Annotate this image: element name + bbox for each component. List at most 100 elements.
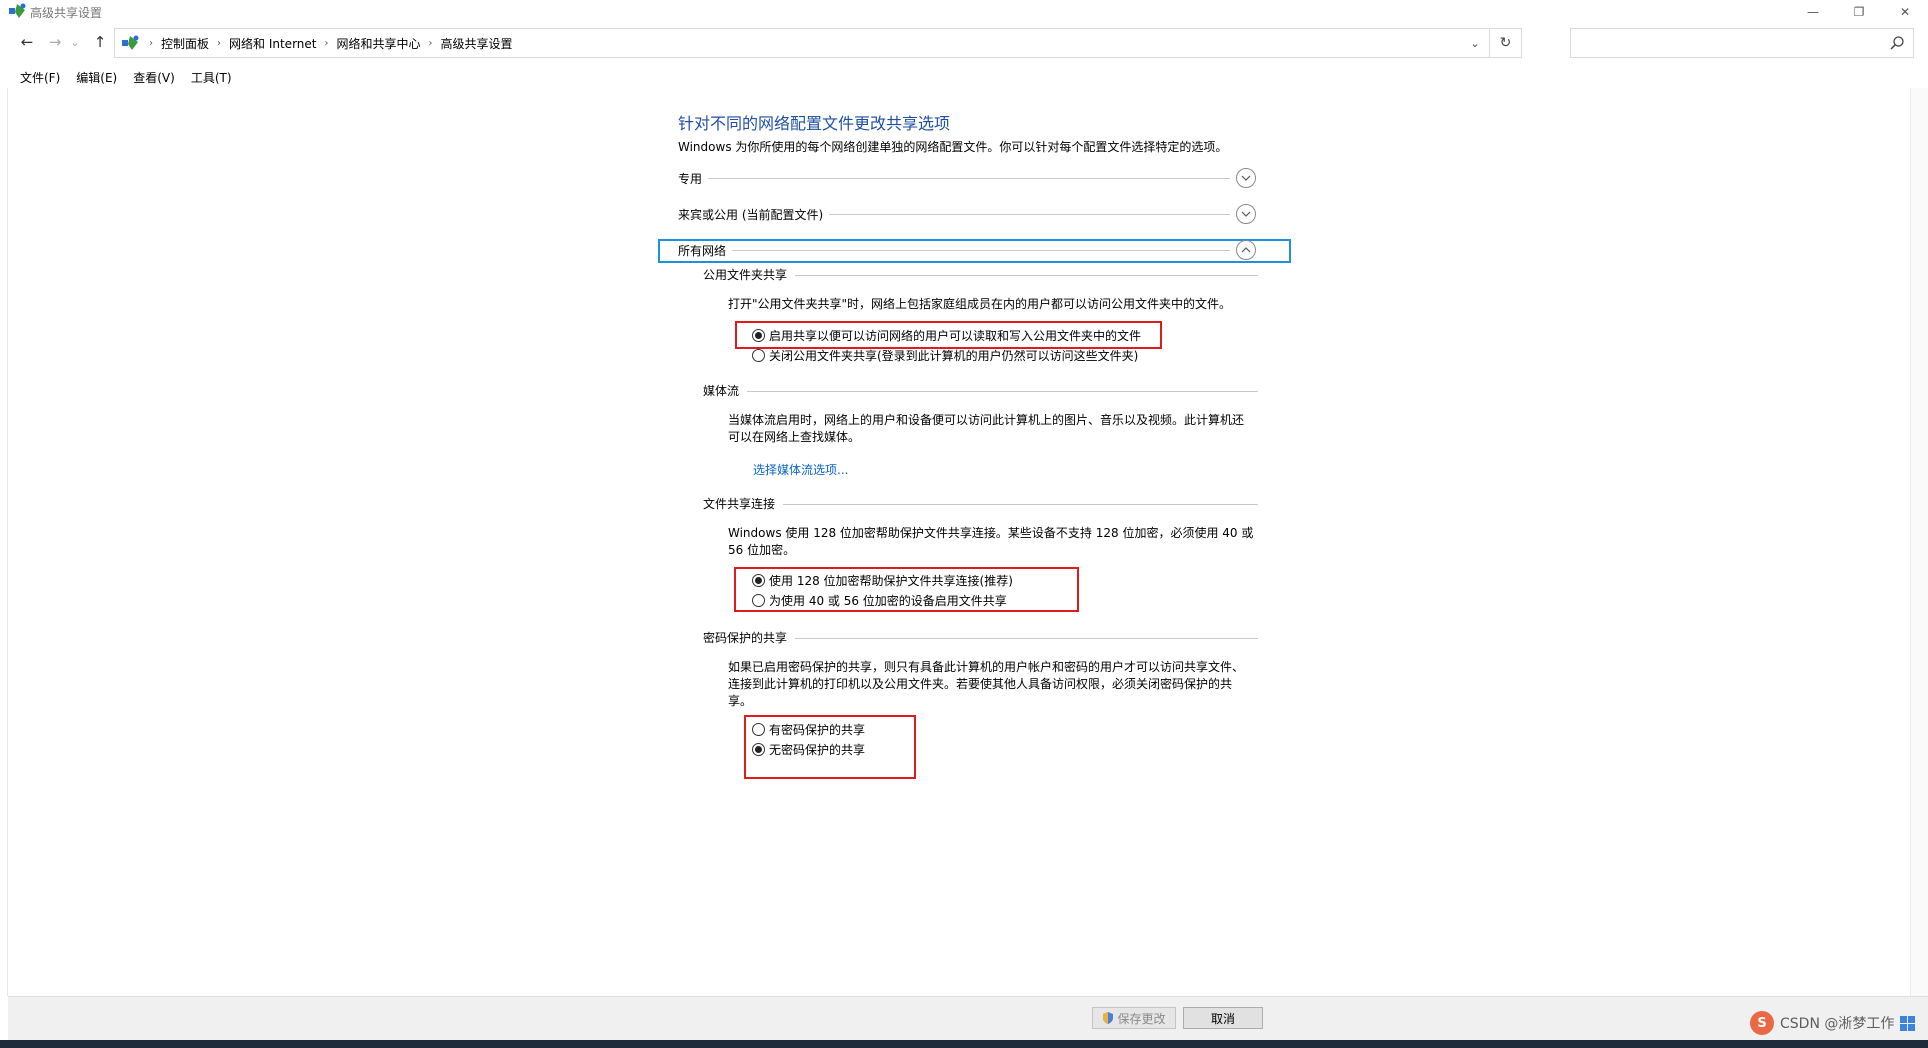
- divider: [678, 178, 1230, 179]
- taskbar: [0, 1040, 1928, 1048]
- profile-private[interactable]: 专用: [678, 168, 1258, 188]
- breadcrumb-separator: ›: [324, 38, 329, 49]
- menu-edit[interactable]: 编辑(E): [68, 66, 125, 88]
- profile-all-networks[interactable]: 所有网络: [678, 240, 1258, 260]
- radio-label: 无密码保护的共享: [769, 742, 866, 757]
- menu-bar: 文件(F) 编辑(E) 查看(V) 工具(T): [0, 66, 240, 88]
- back-button[interactable]: ←: [16, 31, 38, 53]
- breadcrumb-advanced-sharing[interactable]: 高级共享设置: [435, 35, 519, 52]
- profile-label: 来宾或公用 (当前配置文件): [678, 206, 830, 223]
- minimize-icon: —: [1807, 5, 1819, 19]
- section-file-sharing-connections: 文件共享连接: [703, 495, 1258, 513]
- up-arrow-icon: ↑: [93, 33, 107, 51]
- page-description: Windows 为你所使用的每个网络创建单独的网络配置文件。你可以针对每个配置文…: [678, 140, 1228, 154]
- collapse-all-networks-button[interactable]: [1236, 240, 1256, 260]
- description-line: 当媒体流启用时，网络上的用户和设备便可以访问此计算机上的图片、音乐以及视频。此计…: [728, 413, 1245, 427]
- radio-label: 为使用 40 或 56 位加密的设备启用文件共享: [769, 593, 1007, 608]
- section-description: 如果已启用密码保护的共享，则只有具备此计算机的用户帐户和密码的用户才可以访问共享…: [728, 659, 1256, 710]
- restore-icon: ❐: [1853, 5, 1865, 19]
- breadcrumb-separator: ›: [217, 38, 222, 49]
- section-public-folder-sharing: 公用文件夹共享: [703, 266, 1258, 284]
- refresh-button[interactable]: ↻: [1489, 29, 1521, 57]
- radio-40-56-bit-encryption[interactable]: 为使用 40 或 56 位加密的设备启用文件共享: [752, 591, 1007, 609]
- description-line: Windows 使用 128 位加密帮助保护文件共享连接。某些设备不支持 128…: [728, 526, 1254, 540]
- menu-file[interactable]: 文件(F): [12, 66, 68, 88]
- section-media-streaming: 媒体流: [703, 382, 1258, 400]
- profile-label: 所有网络: [678, 242, 733, 259]
- close-button[interactable]: ✕: [1882, 0, 1928, 24]
- expand-private-button[interactable]: [1236, 168, 1256, 188]
- expand-guest-public-button[interactable]: [1236, 204, 1256, 224]
- divider: [703, 504, 1258, 505]
- shield-icon: [1103, 1012, 1114, 1024]
- address-dropdown-button[interactable]: ⌄: [1463, 29, 1487, 57]
- chevron-down-icon: [1241, 211, 1251, 217]
- forward-arrow-icon: →: [48, 33, 62, 51]
- search-input[interactable]: [1570, 28, 1914, 58]
- address-bar[interactable]: › 控制面板 › 网络和 Internet › 网络和共享中心 › 高级共享设置…: [114, 28, 1522, 58]
- chevron-up-icon: [1241, 247, 1251, 253]
- search-icon: [1890, 36, 1904, 50]
- section-title: 密码保护的共享: [703, 629, 796, 646]
- navigation-bar: ← → ⌄ ↑ › 控制面板 › 网络和 Internet › 网络和共享中心 …: [0, 27, 1928, 59]
- radio-disable-public-folder-sharing[interactable]: 关闭公用文件夹共享(登录到此计算机的用户仍然可以访问这些文件夹): [752, 346, 1138, 364]
- breadcrumb-separator: ›: [428, 38, 433, 49]
- radio-selected-icon: [752, 573, 765, 587]
- section-description: 当媒体流启用时，网络上的用户和设备便可以访问此计算机上的图片、音乐以及视频。此计…: [728, 412, 1256, 446]
- section-description: Windows 使用 128 位加密帮助保护文件共享连接。某些设备不支持 128…: [728, 525, 1256, 559]
- section-title: 文件共享连接: [703, 495, 784, 512]
- section-password-protected-sharing: 密码保护的共享: [703, 629, 1258, 647]
- breadcrumb-separator: ›: [149, 38, 153, 49]
- watermark-text: CSDN @淅梦工作: [1780, 1016, 1895, 1032]
- restore-button[interactable]: ❐: [1836, 0, 1882, 24]
- section-description: 打开"公用文件夹共享"时，网络上包括家庭组成员在内的用户都可以访问公用文件夹中的…: [728, 297, 1232, 311]
- profile-label: 专用: [678, 170, 709, 187]
- section-title: 媒体流: [703, 382, 748, 399]
- radio-selected-icon: [752, 742, 765, 756]
- radio-password-protected-sharing-off[interactable]: 无密码保护的共享: [752, 740, 865, 758]
- refresh-icon: ↻: [1499, 35, 1512, 51]
- chevron-down-icon: ⌄: [70, 35, 80, 49]
- profile-guest-public[interactable]: 来宾或公用 (当前配置文件): [678, 204, 1258, 224]
- section-title: 公用文件夹共享: [703, 266, 796, 283]
- radio-unselected-icon: [752, 593, 765, 607]
- menu-tools[interactable]: 工具(T): [183, 66, 240, 88]
- description-line: 如果已启用密码保护的共享，则只有具备此计算机的用户帐户和密码的用户才可以访问共享…: [728, 660, 1245, 674]
- radio-128-bit-encryption[interactable]: 使用 128 位加密帮助保护文件共享连接(推荐): [752, 571, 1013, 589]
- radio-label: 有密码保护的共享: [769, 722, 866, 737]
- description-line: 可以在网络上查找媒体。: [728, 430, 861, 444]
- breadcrumb-network-sharing-center[interactable]: 网络和共享中心: [330, 35, 426, 52]
- description-line: 56 位加密。: [728, 543, 796, 557]
- divider: [703, 391, 1258, 392]
- close-icon: ✕: [1899, 5, 1911, 19]
- description-line: 享。: [728, 694, 753, 708]
- footer-bar: 保存更改 取消: [8, 996, 1928, 1040]
- description-line: 连接到此计算机的打印机以及公用文件夹。若要使其他人具备访问权限，必须关闭密码保护…: [728, 677, 1233, 691]
- radio-unselected-icon: [752, 722, 765, 736]
- recent-locations-button[interactable]: ⌄: [68, 31, 82, 53]
- network-icon: [9, 3, 26, 18]
- chevron-down-icon: [1241, 175, 1251, 181]
- radio-password-protected-sharing-on[interactable]: 有密码保护的共享: [752, 720, 865, 738]
- main-content: 针对不同的网络配置文件更改共享选项 Windows 为你所使用的每个网络创建单独…: [0, 88, 1928, 996]
- radio-selected-icon: [752, 328, 765, 342]
- window-title: 高级共享设置: [30, 6, 103, 20]
- radio-label: 启用共享以便可以访问网络的用户可以读取和写入公用文件夹中的文件: [769, 328, 1142, 343]
- minimize-button[interactable]: —: [1790, 0, 1836, 24]
- title-bar: 高级共享设置 — ❐ ✕: [0, 0, 1928, 24]
- menu-view[interactable]: 查看(V): [125, 66, 183, 88]
- page-title: 针对不同的网络配置文件更改共享选项: [678, 114, 951, 133]
- up-button[interactable]: ↑: [89, 31, 111, 53]
- radio-unselected-icon: [752, 348, 765, 362]
- save-changes-label: 保存更改: [1117, 1011, 1166, 1026]
- save-changes-button[interactable]: 保存更改: [1092, 1007, 1176, 1029]
- choose-media-streaming-link[interactable]: 选择媒体流选项...: [753, 461, 848, 478]
- breadcrumb-control-panel[interactable]: 控制面板: [155, 35, 215, 52]
- radio-enable-public-folder-sharing[interactable]: 启用共享以便可以访问网络的用户可以读取和写入公用文件夹中的文件: [752, 326, 1141, 344]
- back-arrow-icon: ←: [20, 33, 34, 51]
- chevron-down-icon: ⌄: [1470, 36, 1480, 50]
- cancel-button[interactable]: 取消: [1183, 1007, 1263, 1029]
- forward-button[interactable]: →: [44, 31, 66, 53]
- divider: [678, 250, 1230, 251]
- breadcrumb-network-internet[interactable]: 网络和 Internet: [223, 35, 322, 52]
